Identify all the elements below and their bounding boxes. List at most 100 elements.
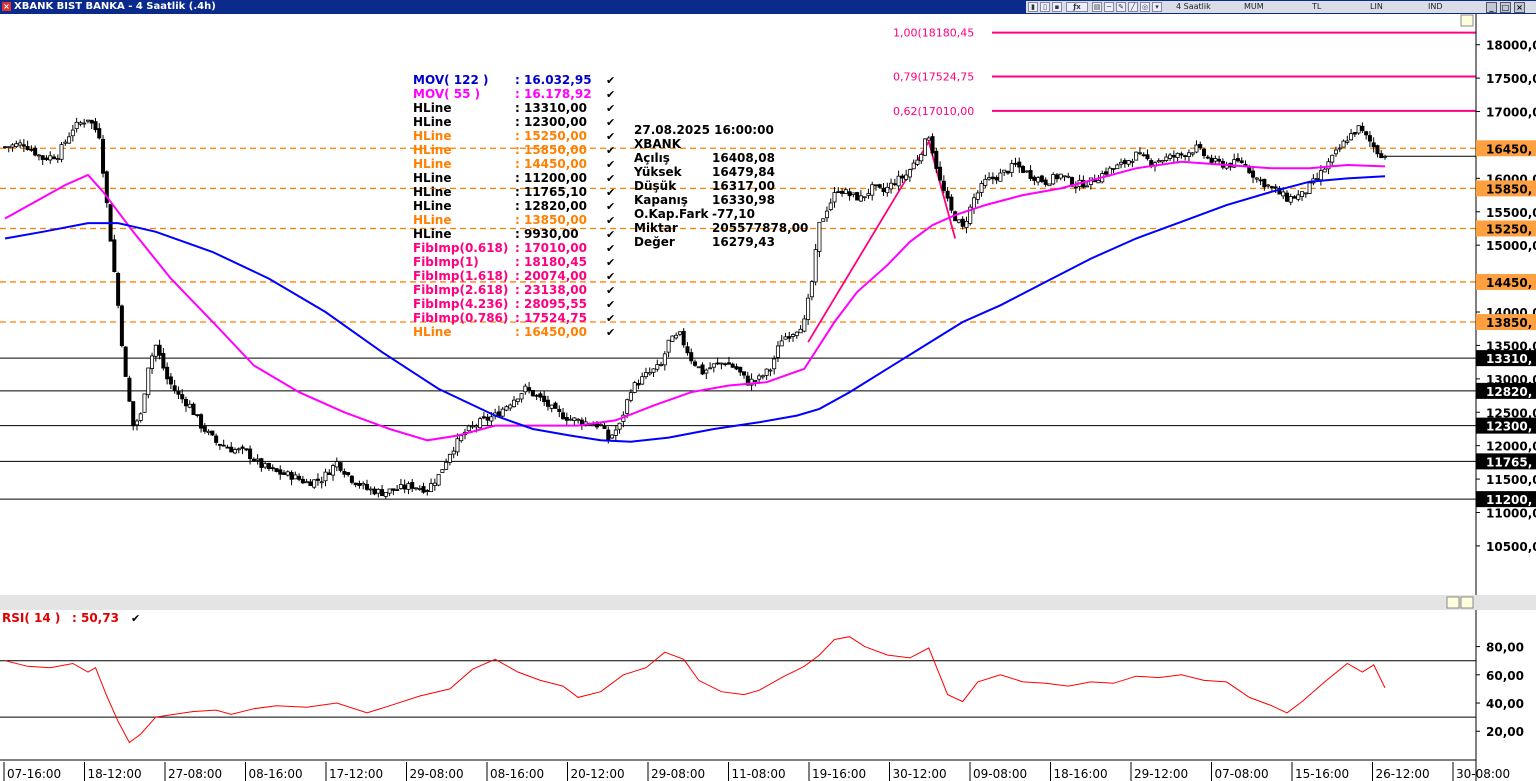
close-button[interactable]: × xyxy=(1514,2,1525,13)
candle-body xyxy=(791,334,796,337)
info-value: 16479,84 xyxy=(712,165,775,179)
candle-body xyxy=(904,174,909,180)
toolbar-currency[interactable]: TL xyxy=(1312,1,1321,13)
candle-body xyxy=(711,363,716,368)
candle-body xyxy=(1251,170,1256,178)
time-axis[interactable]: 07-16:00 18-12:00 27-08:00 08-16:00 17-12:00… xyxy=(0,759,1510,781)
minimize-button[interactable]: _ xyxy=(1486,2,1497,13)
info-datetime: 27.08.2025 16:00:00 xyxy=(634,123,774,137)
candle-body xyxy=(21,144,26,147)
toolbar-hline-icon[interactable]: ─ xyxy=(1104,2,1114,12)
candle-body xyxy=(1009,163,1014,173)
maximize-button[interactable]: □ xyxy=(1500,2,1511,13)
candle-body xyxy=(858,195,863,202)
toolbar-period[interactable]: 4 Saatlik xyxy=(1176,1,1211,13)
candle-body xyxy=(406,483,411,490)
candle-body xyxy=(1202,148,1207,157)
candle-body xyxy=(1141,154,1146,157)
toolbar-zoom-icon[interactable]: ◎ xyxy=(1140,2,1150,12)
rsi-panel[interactable]: 20,00 40,00 60,00 80,00 RSI( 14 ): 50,73 ✔ xyxy=(0,611,1524,744)
candle-body xyxy=(52,156,57,160)
candle-body xyxy=(357,483,362,486)
legend-value: : 12300,00 xyxy=(515,115,587,129)
legend-value: : 16.178,92 xyxy=(515,87,592,101)
candle-body xyxy=(787,336,792,339)
candle-body xyxy=(1156,160,1161,163)
candle-body xyxy=(677,331,682,335)
candle-body xyxy=(6,146,11,149)
candle-body xyxy=(998,172,1003,182)
candle-body xyxy=(945,190,950,199)
candle-body xyxy=(602,425,607,429)
check-icon: ✔ xyxy=(606,102,615,115)
toolbar-pencil-icon[interactable]: ✎ xyxy=(1116,2,1126,12)
info-label: Değer xyxy=(634,235,675,249)
toolbar-formula-icon[interactable]: ƒx xyxy=(1066,2,1088,12)
toolbar-candle-icon[interactable]: ▯ xyxy=(1040,2,1050,12)
candle-body xyxy=(1002,169,1007,173)
check-icon: ✔ xyxy=(606,228,615,241)
candle-body xyxy=(368,488,373,491)
candle-body xyxy=(150,355,155,369)
info-label: O.Kap.Fark xyxy=(634,207,710,221)
candle-body xyxy=(485,416,490,421)
candle-body xyxy=(685,346,690,354)
legend-name: HLine xyxy=(413,185,451,199)
toolbar-chart-type[interactable]: MUM xyxy=(1244,1,1264,13)
candle-body xyxy=(334,461,339,468)
candle-body xyxy=(1213,158,1218,162)
candle-body xyxy=(545,399,550,407)
panel-separator xyxy=(0,595,1536,610)
toolbar-trend-icon[interactable]: ╱ xyxy=(1128,2,1138,12)
info-label: Yüksek xyxy=(633,165,683,179)
x-tick-label: 30-08:00 xyxy=(1456,767,1510,781)
toolbar-bars-icon[interactable]: ▮ xyxy=(1028,2,1038,12)
candle-body xyxy=(1292,196,1297,199)
toolbar-indicators[interactable]: IND xyxy=(1428,1,1443,13)
toolbar-table-icon[interactable]: ▤ xyxy=(1092,2,1102,12)
candle-body xyxy=(1315,177,1320,180)
x-tick-label: 20-12:00 xyxy=(571,767,625,781)
candle-body xyxy=(840,190,845,194)
candle-body xyxy=(119,305,124,346)
legend-name: FibImp(2.618) xyxy=(413,283,508,297)
candle-body xyxy=(1179,153,1184,156)
candle-body xyxy=(938,166,943,181)
candle-body xyxy=(693,361,698,366)
x-tick-label: 08-16:00 xyxy=(490,767,544,781)
candle-body xyxy=(508,404,513,409)
legend-name: HLine xyxy=(413,129,451,143)
candle-body xyxy=(1356,125,1361,134)
candle-body xyxy=(481,416,486,419)
candle-body xyxy=(723,363,728,366)
candle-body xyxy=(757,375,762,380)
candle-body xyxy=(478,418,483,429)
candle-body xyxy=(466,425,471,432)
toolbar-dropdown-icon[interactable]: ▾ xyxy=(1152,2,1162,12)
candle-body xyxy=(1021,166,1026,173)
candle-body xyxy=(161,352,166,369)
y-tick-label: 17500,0 xyxy=(1486,72,1536,86)
candle-body xyxy=(568,418,573,421)
panel-button-icon xyxy=(1460,14,1474,27)
candle-body xyxy=(474,425,479,428)
candle-body xyxy=(1111,168,1116,170)
legend-value: : 16450,00 xyxy=(515,325,587,339)
info-label: Açılış xyxy=(634,151,670,165)
candle-body xyxy=(964,221,969,229)
candle-body xyxy=(930,136,935,154)
candle-body xyxy=(926,137,931,141)
candle-body xyxy=(1047,183,1052,187)
candle-body xyxy=(183,398,188,407)
check-icon: ✔ xyxy=(606,284,615,297)
chart-area[interactable]: 1,00(18180,450,79(17524,750,62(17010,00 … xyxy=(0,14,1536,781)
candle-body xyxy=(1194,144,1199,153)
toolbar-color-icon[interactable]: ▪ xyxy=(1052,2,1062,12)
candle-body xyxy=(266,463,271,470)
candle-body xyxy=(116,273,121,306)
candle-body xyxy=(436,474,441,486)
toolbar-scale[interactable]: LIN xyxy=(1370,1,1383,13)
candle-body xyxy=(383,492,388,497)
candle-body xyxy=(1032,176,1037,181)
candle-body xyxy=(557,408,562,413)
